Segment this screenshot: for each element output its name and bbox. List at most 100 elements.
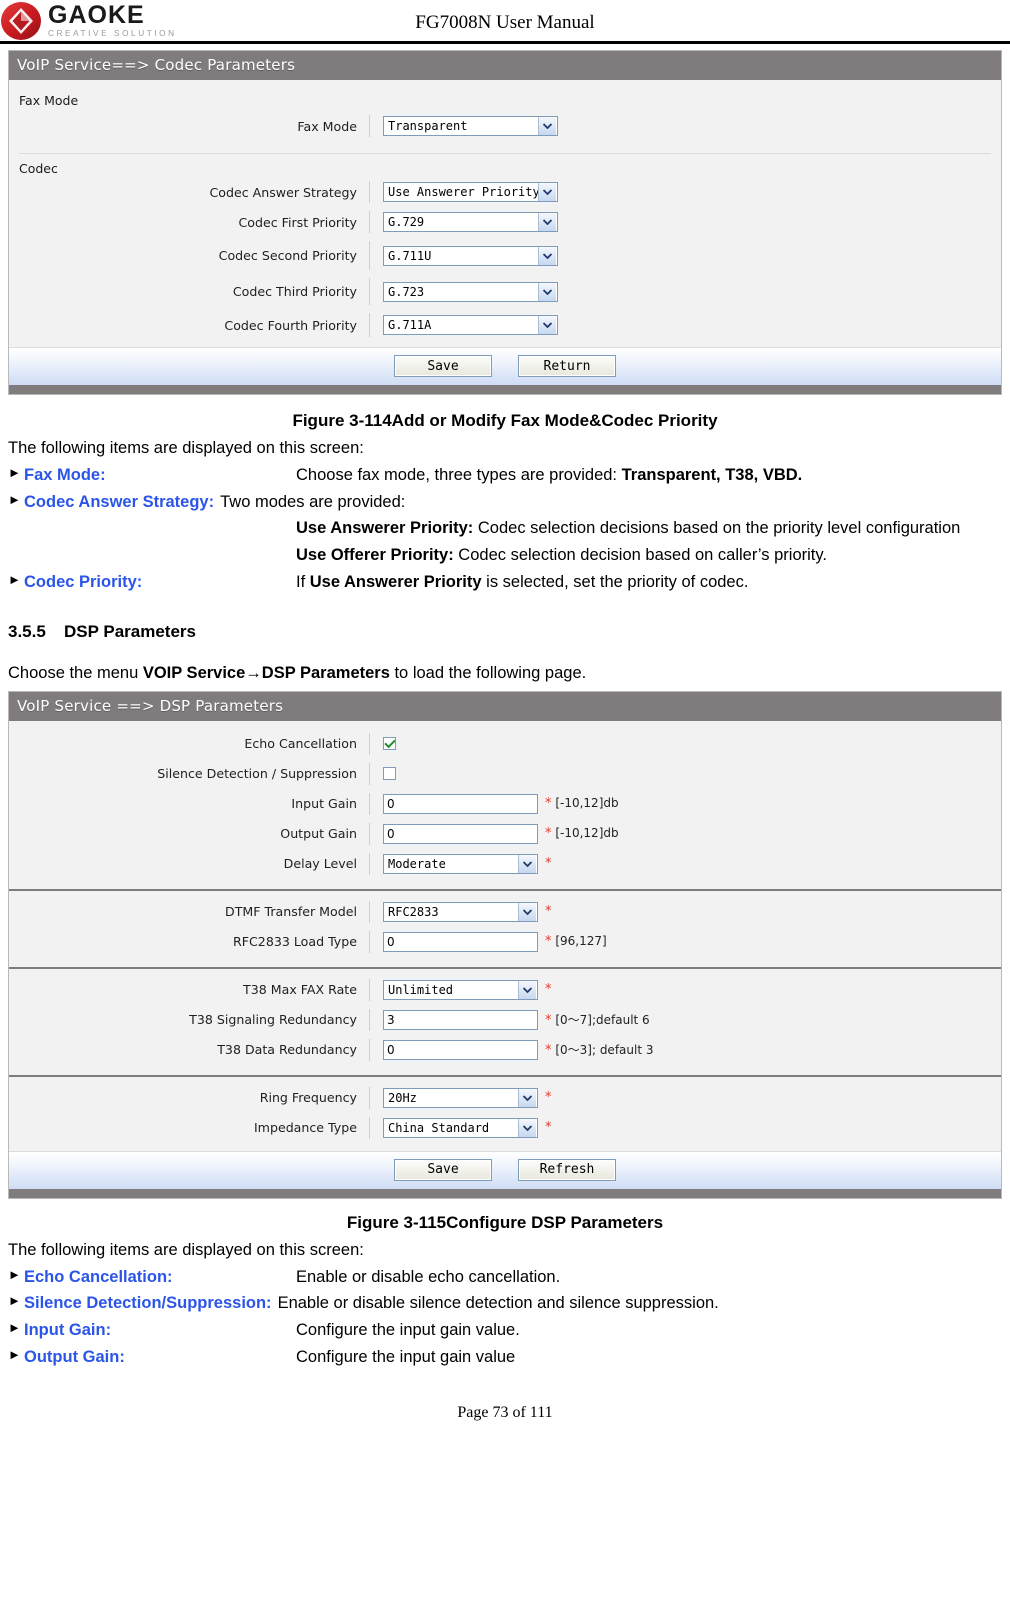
checkbox-echo-cancellation[interactable] <box>383 737 396 751</box>
select-dtmf-transfer-model[interactable]: RFC2833 <box>383 901 538 922</box>
figure-114-caption: Figure 3-114Add or Modify Fax Mode&Codec… <box>292 411 718 430</box>
hint-impedance-type: * <box>545 1120 552 1135</box>
input-input-gain[interactable]: 0 <box>383 793 538 814</box>
select-codec-first-priority[interactable]: G.729 <box>383 212 558 232</box>
chevron-down-icon[interactable] <box>538 246 556 265</box>
label-delay-level: Delay Level <box>283 856 357 872</box>
definition-description-tail: is selected, set the priority of codec. <box>481 572 749 591</box>
select-delay-level[interactable]: Moderate <box>383 853 538 874</box>
codec-panel-body: Fax Mode Fax Mode Transparent Codec Code… <box>9 86 1001 385</box>
chevron-down-icon[interactable] <box>538 316 556 334</box>
definition-description-emphasis: Use Answerer Priority <box>309 572 482 591</box>
form-row-codec-first-priority: Codec First Priority G.729 <box>19 207 991 237</box>
fieldset-fax-mode: Fax Mode Fax Mode Transparent <box>19 86 991 147</box>
label-echo-cancellation: Echo Cancellation <box>244 736 357 752</box>
input-rfc2833-load-type[interactable]: 0 <box>383 931 538 952</box>
label-codec-answer-strategy: Codec Answer Strategy <box>209 184 357 200</box>
select-codec-second-priority[interactable]: G.711U <box>383 245 558 266</box>
label-impedance-type: Impedance Type <box>253 1120 357 1136</box>
chevron-down-icon[interactable] <box>518 1118 536 1137</box>
triangle-bullet-icon: ► <box>8 1266 21 1282</box>
fieldset-codec: Codec Codec Answer Strategy Use Answerer… <box>19 153 991 347</box>
required-asterisk-icon: * <box>545 1120 552 1136</box>
sub-definition-term: Use Answerer Priority: <box>296 519 474 538</box>
codec-panel-footer-bar <box>9 385 1001 394</box>
select-ring-frequency[interactable]: 20Hz <box>383 1087 538 1108</box>
definition-item-input-gain: ► Input Gain: Configure the input gain v… <box>8 1317 1002 1344</box>
dsp-save-button[interactable]: Save <box>394 1158 492 1181</box>
codec-save-button[interactable]: Save <box>394 355 492 377</box>
select-codec-third-priority-value: G.723 <box>388 284 425 299</box>
label-codec-third-priority: Codec Third Priority <box>232 284 357 299</box>
select-codec-answer-strategy[interactable]: Use Answerer Priority <box>383 182 558 202</box>
form-row-output-gain: Output Gain 0 * [-10,12]db <box>19 819 991 849</box>
form-row-codec-second-priority: Codec Second Priority G.711U <box>19 237 991 274</box>
chevron-down-icon[interactable] <box>518 902 536 921</box>
hint-text: [-10,12]db <box>555 796 619 811</box>
chevron-down-icon[interactable] <box>518 980 536 999</box>
definition-term: Input Gain: <box>24 1321 112 1340</box>
figure-115-intro: The following items are displayed on thi… <box>8 1240 364 1259</box>
chevron-down-icon[interactable] <box>538 183 556 201</box>
definition-description: Enable or disable echo cancellation. <box>296 1267 561 1286</box>
label-t38-signaling-redundancy: T38 Signaling Redundancy <box>189 1012 357 1028</box>
sub-definition-use-answerer-priority: Use Answerer Priority: Codec selection d… <box>296 515 990 542</box>
definition-item-silence-detection: ► Silence Detection/Suppression: Enable … <box>8 1290 1002 1317</box>
triangle-bullet-icon: ► <box>8 571 21 587</box>
chevron-down-icon[interactable] <box>518 854 536 873</box>
required-asterisk-icon: * <box>545 826 552 842</box>
hint-text: [0～7];default 6 <box>555 1013 650 1028</box>
select-codec-third-priority[interactable]: G.723 <box>383 281 558 302</box>
definition-term: Codec Priority: <box>24 572 143 591</box>
definition-description: If Use Answerer Priority is selected, se… <box>296 569 1002 596</box>
figure-114-intro: The following items are displayed on thi… <box>8 439 364 457</box>
checkbox-silence-detection-suppression[interactable] <box>383 767 396 781</box>
chevron-down-icon[interactable] <box>538 213 556 231</box>
select-fax-mode[interactable]: Transparent <box>383 116 558 136</box>
figure-114-definition-list: ► Fax Mode: Choose fax mode, three types… <box>8 462 1002 596</box>
form-row-t38-signaling-redundancy: T38 Signaling Redundancy 3 * [0～7];defau… <box>19 1005 991 1035</box>
chevron-down-icon[interactable] <box>538 282 556 301</box>
definition-item-codec-answer-strategy: ► Codec Answer Strategy: Two modes are p… <box>8 489 1002 516</box>
document-header-title: FG7008N User Manual <box>415 12 595 33</box>
hint-delay-level: * <box>545 856 552 871</box>
definition-description: Two modes are provided: <box>220 492 406 511</box>
hint-ring-frequency: * <box>545 1090 552 1105</box>
label-codec-first-priority: Codec First Priority <box>238 214 358 230</box>
select-t38-max-fax-rate[interactable]: Unlimited <box>383 979 538 1000</box>
label-dtmf-transfer-model: DTMF Transfer Model <box>225 904 357 920</box>
dsp-refresh-button[interactable]: Refresh <box>518 1158 616 1181</box>
dsp-group-line: Ring Frequency 20Hz * Impedance Type Chi… <box>9 1077 1001 1151</box>
input-output-gain[interactable]: 0 <box>383 823 538 844</box>
codec-parameters-panel: VoIP Service==> Codec Parameters Fax Mod… <box>8 50 1002 395</box>
definition-item-output-gain: ► Output Gain: Configure the input gain … <box>8 1344 1002 1371</box>
form-row-silence-detection: Silence Detection / Suppression <box>19 759 991 789</box>
form-row-echo-cancellation: Echo Cancellation <box>19 729 991 759</box>
section-intro-pre: Choose the menu <box>8 663 143 682</box>
input-t38-signaling-redundancy[interactable]: 3 <box>383 1009 538 1030</box>
form-row-delay-level: Delay Level Moderate * <box>19 849 991 879</box>
definition-term: Echo Cancellation: <box>24 1267 173 1286</box>
hint-rfc2833-load-type: * [96,127] <box>545 934 607 949</box>
definition-item-fax-mode: ► Fax Mode: Choose fax mode, three types… <box>8 462 1002 489</box>
label-t38-max-fax-rate: T38 Max FAX Rate <box>243 982 357 998</box>
chevron-down-icon[interactable] <box>538 117 556 135</box>
required-asterisk-icon: * <box>545 856 552 872</box>
form-row-codec-answer-strategy: Codec Answer Strategy Use Answerer Prior… <box>19 177 991 207</box>
form-row-input-gain: Input Gain 0 * [-10,12]db <box>19 789 991 819</box>
triangle-bullet-icon: ► <box>8 491 21 507</box>
input-t38-data-redundancy[interactable]: 0 <box>383 1039 538 1060</box>
select-impedance-type[interactable]: China Standard <box>383 1117 538 1138</box>
label-rfc2833-load-type: RFC2833 Load Type <box>233 934 357 950</box>
codec-return-button[interactable]: Return <box>518 355 616 377</box>
section-intro-paragraph: Choose the menu VOIP Service→DSP Paramet… <box>8 664 1002 683</box>
select-codec-fourth-priority[interactable]: G.711A <box>383 315 558 335</box>
dsp-panel-titlebar: VoIP Service ==> DSP Parameters <box>9 691 1001 721</box>
select-dtmf-transfer-model-value: RFC2833 <box>388 904 439 919</box>
definition-item-codec-priority: ► Codec Priority: If Use Answerer Priori… <box>8 569 1002 596</box>
hint-t38-max-fax-rate: * <box>545 982 552 997</box>
select-codec-answer-strategy-value: Use Answerer Priority <box>388 185 538 199</box>
label-codec-fourth-priority: Codec Fourth Priority <box>224 317 357 333</box>
chevron-down-icon[interactable] <box>518 1088 536 1107</box>
definition-description-text: If <box>296 572 310 591</box>
